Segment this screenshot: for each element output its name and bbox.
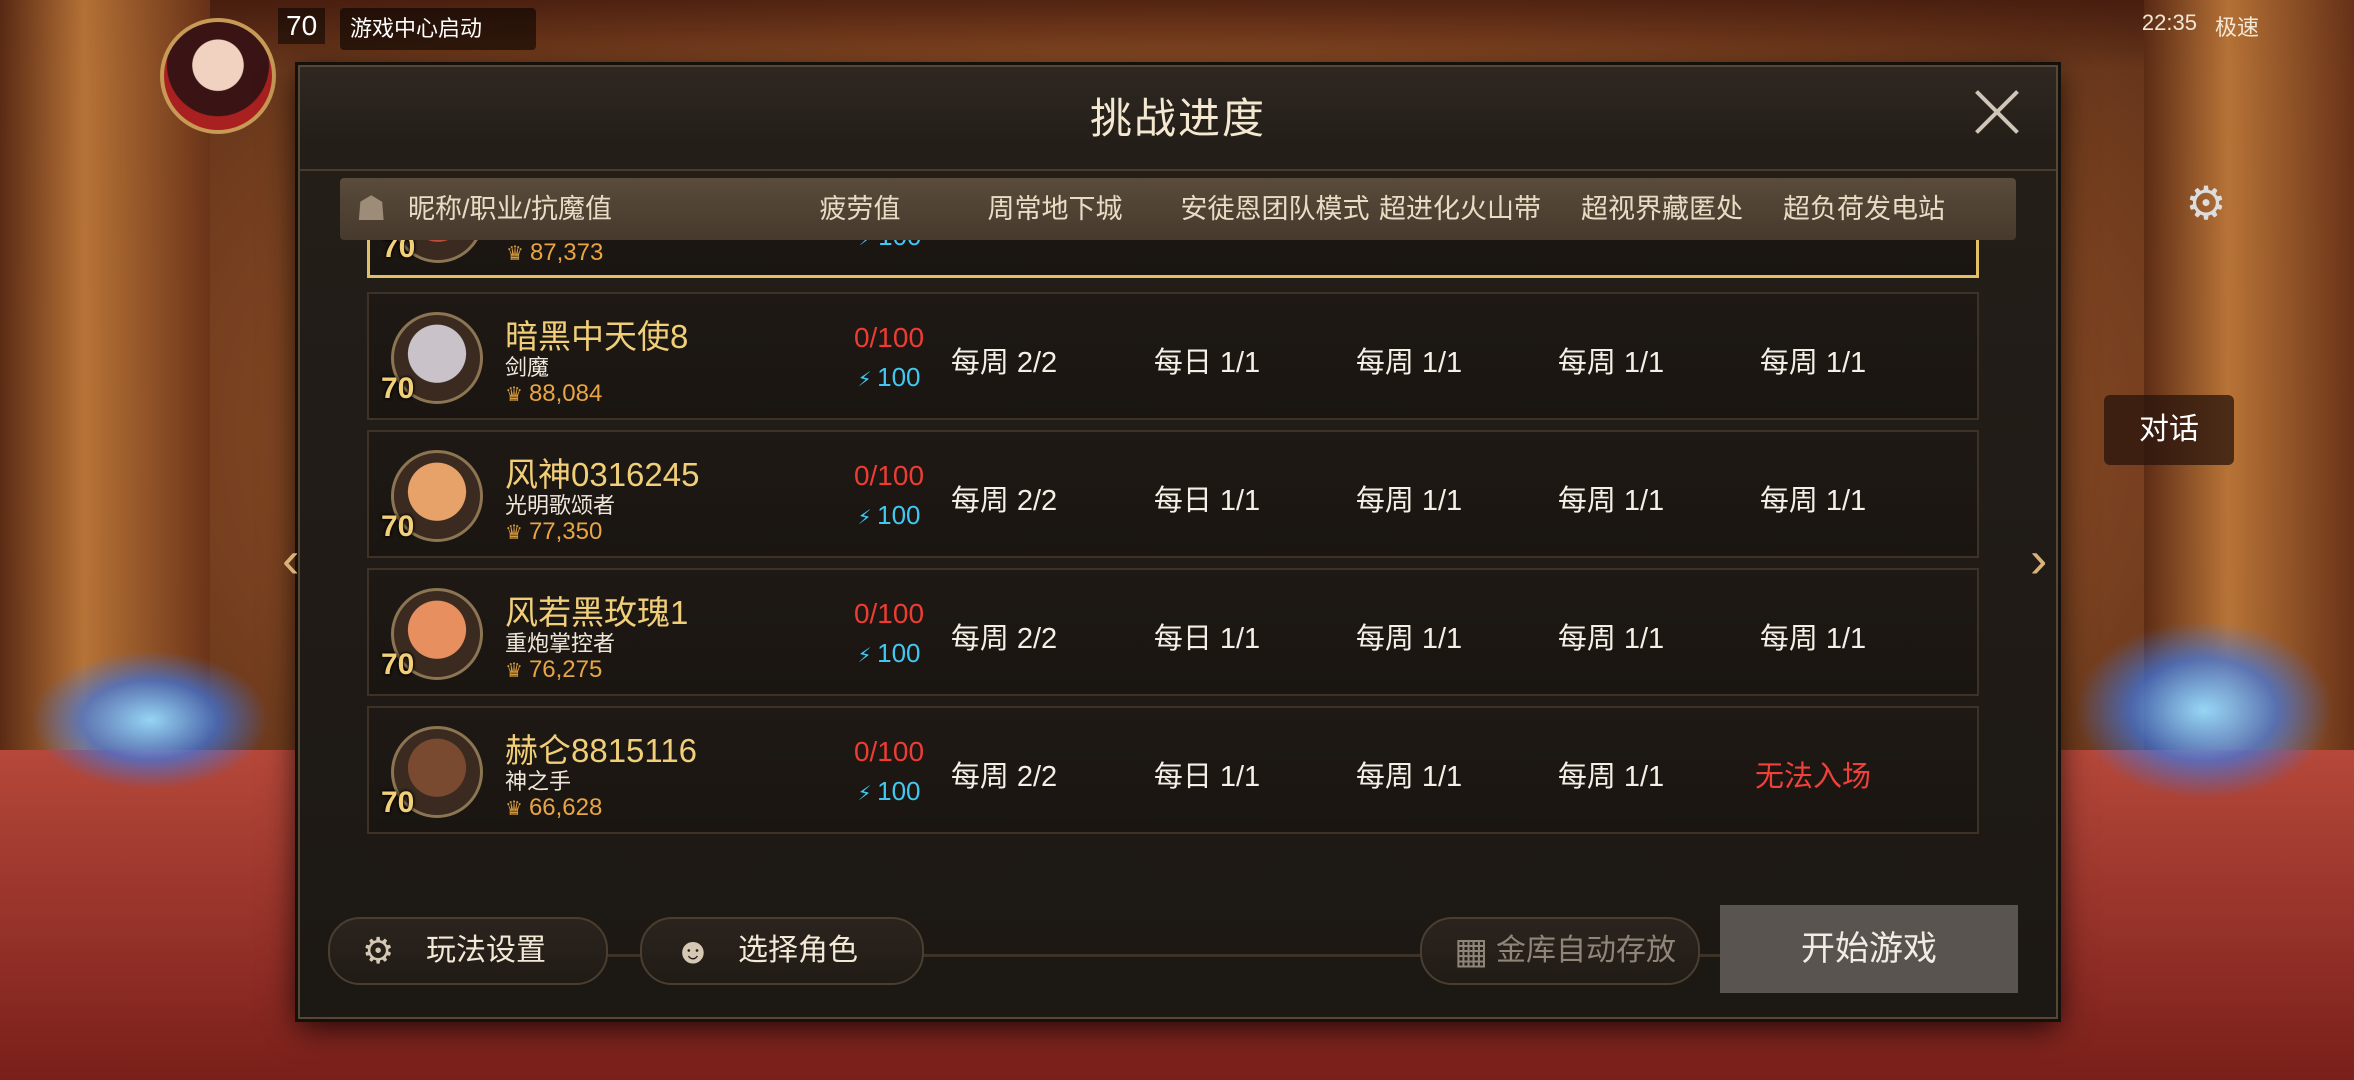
lightning-icon: ⚡ [857, 783, 878, 805]
close-icon[interactable] [1970, 85, 2024, 139]
player-avatar[interactable] [160, 18, 276, 134]
character-level: 70 [381, 786, 415, 819]
status-time: 22:35 [2141, 10, 2197, 35]
header-hideout: 超视界藏匿处 [1581, 194, 1743, 224]
start-game-button[interactable]: 开始游戏 [1720, 905, 2018, 993]
crown-icon: ♛ [505, 384, 523, 406]
lightning-icon: ⚡ [857, 645, 878, 667]
lightning-icon: ⚡ [857, 369, 878, 391]
fatigue-max-value: 100 [878, 240, 921, 251]
character-icon: ☗ [356, 190, 387, 228]
progress-cell: 每周 2/2 [950, 623, 1058, 655]
header-anton-raid: 安徒恩团队模式 [1180, 194, 1370, 224]
status-bar: 22:35 极速 [2142, 10, 2259, 42]
progress-cell: 每周 2/2 [950, 485, 1058, 517]
game-center-button[interactable]: 游戏中心启动 [340, 8, 536, 50]
dialog-title: 挑战进度 [1089, 95, 1266, 142]
header-power-station: 超负荷发电站 [1783, 194, 1945, 224]
header-fatigue: 疲劳值 [819, 194, 901, 224]
character-level: 70 [381, 510, 415, 543]
progress-cell: 每周 1/1 [1759, 347, 1867, 379]
table-header: ☗ 昵称/职业/抗魔值 疲劳值 周常地下城 安徒恩团队模式 超进化火山带 超视界… [340, 178, 2016, 240]
character-class: 重炮掌控者 [505, 631, 616, 656]
header-volcano: 超进化火山带 [1379, 194, 1541, 224]
progress-cell: 每日 1/1 [1153, 761, 1261, 793]
progress-cell: 每日 1/1 [1153, 485, 1261, 517]
anti-magic-number: 76,275 [528, 656, 603, 683]
left-portal [30, 650, 270, 790]
character-row[interactable]: 70 赫仑8815116 神之手 ♛ 66,628 0/100 ⚡ 100 每周 2/2 每日 … [367, 706, 1979, 834]
progress-cell: 每周 1/1 [1557, 347, 1665, 379]
right-portal [2074, 620, 2334, 800]
anti-magic-number: 77,350 [528, 518, 603, 545]
chat-button[interactable]: 对话 [2104, 395, 2234, 465]
character-class: 剑魔 [505, 355, 550, 380]
character-level: 70 [382, 240, 416, 264]
select-role-button[interactable]: ☻ 选择角色 [640, 917, 924, 985]
character-row[interactable]: 70 暗黑中天使8 剑魔 ♛ 88,084 0/100 ⚡ 100 每周 2/2 每日 1/1 每… [367, 292, 1979, 420]
progress-cell: 每周 1/1 [1355, 761, 1463, 793]
crown-icon: ♛ [505, 660, 523, 682]
crown-icon: ♛ [506, 243, 524, 265]
vault-icon: ▦ [1454, 930, 1489, 971]
play-settings-button[interactable]: ⚙ 玩法设置 [328, 917, 608, 985]
progress-cell: 每周 1/1 [1355, 485, 1463, 517]
anti-magic-value: ♛ 76,275 [505, 656, 602, 684]
progress-cell: 无法入场 [1754, 761, 1871, 793]
play-settings-label: 玩法设置 [426, 934, 546, 967]
next-arrow-icon[interactable]: › [2030, 530, 2047, 590]
anti-magic-number: 87,373 [529, 240, 604, 266]
character-level: 70 [381, 372, 415, 405]
progress-cell: 每周 1/1 [1557, 485, 1665, 517]
lightning-icon: ⚡ [857, 507, 878, 529]
person-icon: ☻ [674, 930, 712, 971]
progress-cell: 每周 1/1 [1557, 761, 1665, 793]
progress-cell: 每周 1/1 [1355, 623, 1463, 655]
anti-magic-value: ♛ 66,628 [505, 794, 602, 822]
character-row[interactable]: 70百花缭乱♛87,373⚡ 100每周 2/2每日 1/1每周 1/1每周 1… [367, 240, 1979, 278]
character-row[interactable]: 70 风若黑玫瑰1 重炮掌控者 ♛ 76,275 0/100 ⚡ 100 每周 2/2 每日 1… [367, 568, 1979, 696]
lightning-icon: ⚡ [859, 240, 879, 250]
progress-cell: 每周 1/1 [1759, 485, 1867, 517]
progress-cell: 每周 2/2 [950, 761, 1058, 793]
title-divider [300, 169, 2056, 171]
character-level: 70 [381, 648, 415, 681]
crown-icon: ♛ [505, 522, 523, 544]
header-name: 昵称/职业/抗魔值 [408, 194, 613, 224]
progress-cell: 每日 1/1 [1153, 347, 1261, 379]
character-row[interactable]: 70 风神0316245 光明歌颂者 ♛ 77,350 0/100 ⚡ 100 每周 2/2 每… [367, 430, 1979, 558]
auto-store-button[interactable]: ▦ 金库自动存放 [1420, 917, 1700, 985]
challenge-progress-dialog: 挑战进度 ☗ 昵称/职业/抗魔值 疲劳值 周常地下城 安徒恩团队模式 超进化火山… [298, 65, 2058, 1019]
anti-magic-value: ♛ 88,084 [505, 380, 602, 408]
character-class: 光明歌颂者 [505, 493, 616, 518]
player-level: 70 [278, 8, 326, 44]
settings-gear-icon[interactable]: ⚙ [2178, 175, 2234, 231]
anti-magic-value: ♛ 87,373 [506, 240, 603, 267]
header-weekly-dungeon: 周常地下城 [987, 194, 1123, 224]
crown-icon: ♛ [505, 798, 523, 820]
character-class: 神之手 [505, 769, 572, 794]
progress-cell: 每日 1/1 [1153, 623, 1261, 655]
character-list[interactable]: 70百花缭乱♛87,373⚡ 100每周 2/2每日 1/1每周 1/1每周 1… [367, 240, 1983, 950]
anti-magic-number: 66,628 [528, 794, 603, 821]
progress-cell: 每周 2/2 [950, 347, 1058, 379]
anti-magic-value: ♛ 77,350 [505, 518, 602, 546]
prev-arrow-icon[interactable]: ‹ [282, 530, 299, 590]
progress-cell: 每周 1/1 [1759, 623, 1867, 655]
auto-store-label: 金库自动存放 [1496, 934, 1676, 967]
fatigue-max: ⚡ 100 [820, 240, 960, 252]
progress-cell: 每周 1/1 [1355, 347, 1463, 379]
select-role-label: 选择角色 [738, 934, 858, 967]
status-extra: 极速 [2214, 15, 2259, 40]
gear-icon: ⚙ [362, 930, 395, 971]
progress-cell: 每周 1/1 [1557, 623, 1665, 655]
anti-magic-number: 88,084 [528, 380, 603, 407]
